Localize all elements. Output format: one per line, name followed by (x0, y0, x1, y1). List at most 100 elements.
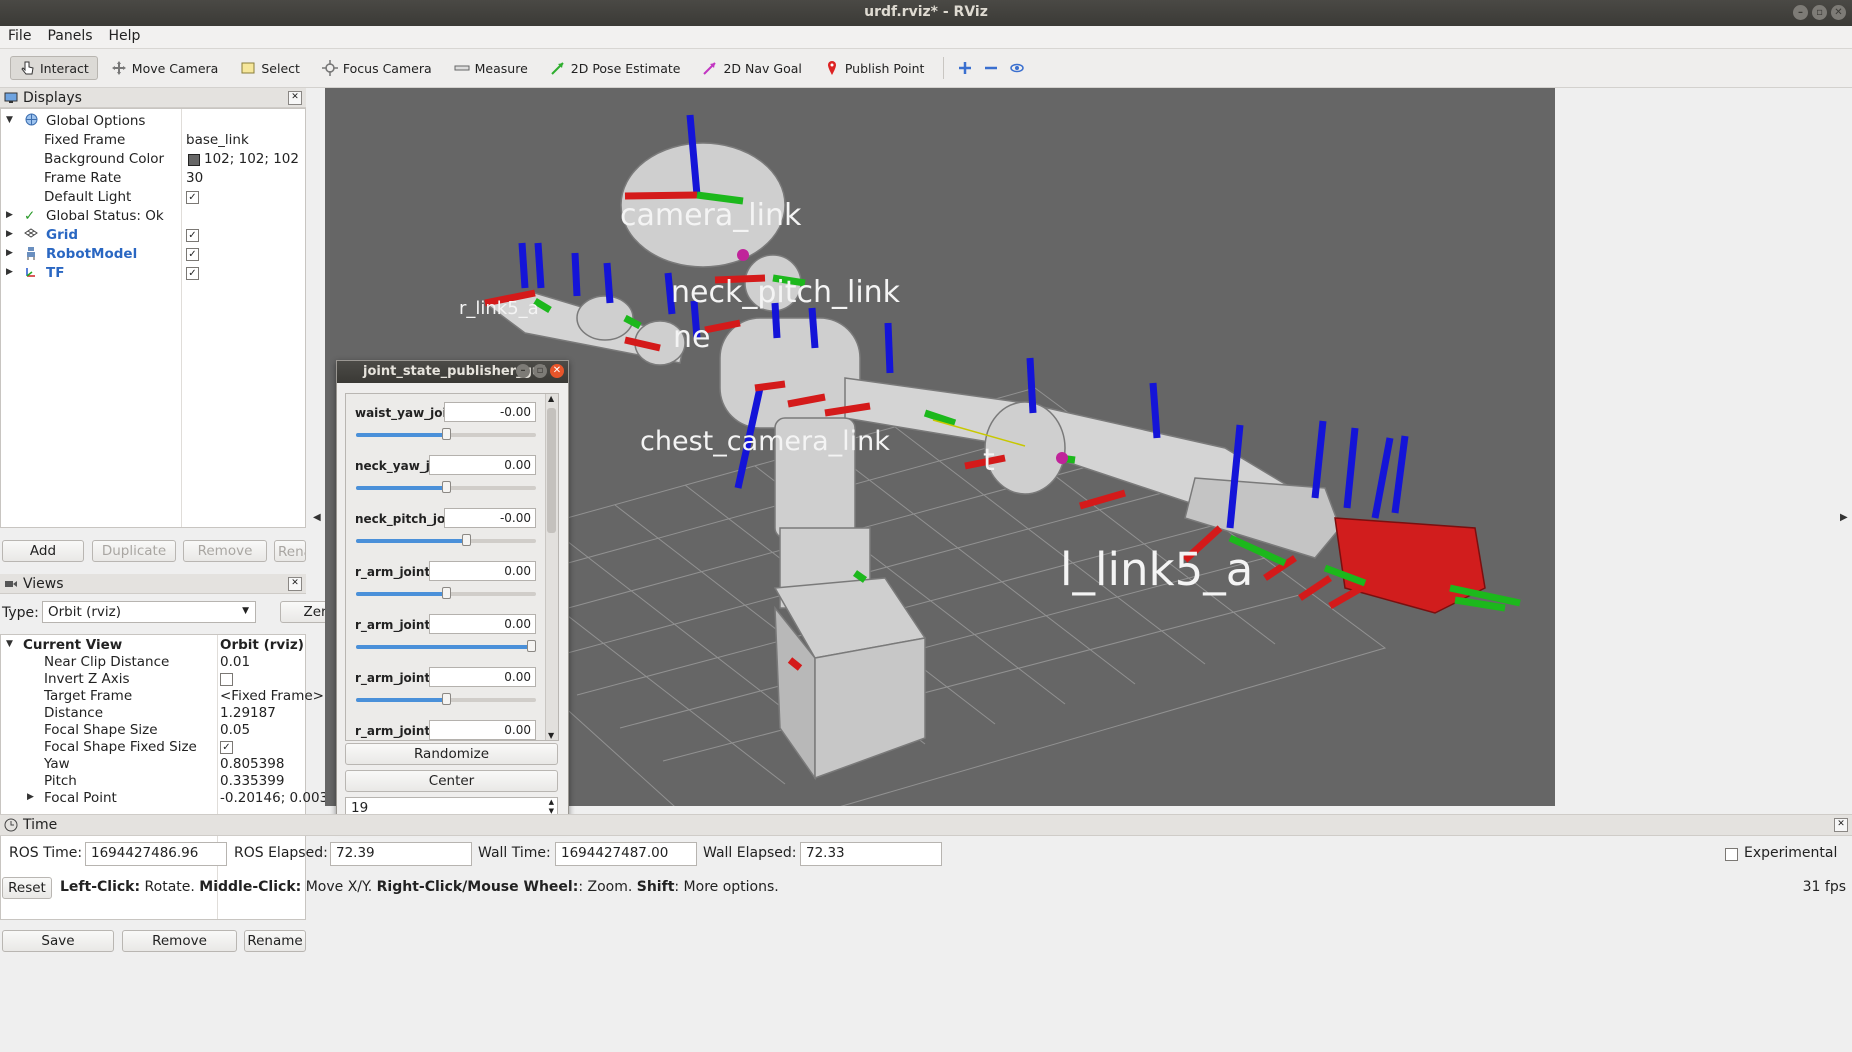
collapse-arrow-icon[interactable]: ▶ (6, 248, 13, 258)
ros-elapsed-field[interactable]: 72.39 (330, 842, 472, 866)
ros-time-field[interactable]: 1694427486.96 (85, 842, 227, 866)
save-view-button[interactable]: Save (2, 930, 114, 952)
close-button[interactable]: ✕ (1831, 5, 1846, 20)
publish-point-icon (827, 61, 836, 75)
joint-list-scrollbar[interactable]: ▲ ▼ (545, 394, 558, 740)
experimental-checkbox[interactable] (1725, 848, 1738, 861)
rename-view-button[interactable]: Rename (244, 930, 306, 952)
joint-slider-handle[interactable] (527, 640, 536, 652)
menu-help[interactable]: Help (101, 26, 149, 48)
robotmodel-checkbox[interactable]: ✓ (186, 248, 199, 261)
tool-focus-camera[interactable]: Focus Camera (313, 56, 441, 80)
target-frame-value[interactable]: <Fixed Frame> (220, 688, 324, 704)
pitch-value[interactable]: 0.335399 (220, 773, 284, 789)
remove-display-button[interactable]: Remove (183, 540, 267, 562)
grid-label: Grid (46, 227, 79, 243)
robot-icon (24, 246, 38, 264)
add-tool-button[interactable] (954, 57, 976, 79)
status-bar: Reset Left-Click: Rotate. Middle-Click: … (0, 875, 1852, 899)
background-color-value[interactable]: 102; 102; 102 (204, 151, 299, 167)
remove-view-button[interactable]: Remove (122, 930, 237, 952)
time-title: Time (23, 817, 58, 833)
joint-value-field[interactable]: 0.00 (429, 667, 536, 687)
joint-slider-handle[interactable] (441, 693, 451, 705)
randomize-button[interactable]: Randomize (345, 743, 558, 765)
tool-2d-nav-goal[interactable]: 2D Nav Goal (693, 56, 810, 80)
collapse-arrow-icon[interactable]: ▶ (6, 229, 13, 239)
jsp-maximize-button[interactable]: ▫ (533, 364, 547, 378)
joint-slider-handle[interactable] (462, 534, 472, 546)
focal-shape-fixed-checkbox[interactable]: ✓ (220, 741, 233, 754)
time-close-button[interactable]: ✕ (1834, 818, 1848, 832)
center-button[interactable]: Center (345, 770, 558, 792)
tool-properties-button[interactable] (1006, 57, 1028, 79)
tool-publish-point[interactable]: Publish Point (815, 56, 934, 80)
tf-checkbox[interactable]: ✓ (186, 267, 199, 280)
splitter-right-arrow-icon[interactable]: ▶ (1840, 512, 1848, 523)
joint-slider[interactable] (356, 534, 536, 546)
tool-select[interactable]: Select (231, 56, 309, 80)
clock-icon (4, 818, 18, 832)
reset-button[interactable]: Reset (2, 877, 52, 899)
fixed-frame-value[interactable]: base_link (186, 132, 249, 148)
focal-shape-size-value[interactable]: 0.05 (220, 722, 250, 738)
wall-elapsed-field[interactable]: 72.33 (800, 842, 942, 866)
menu-panels[interactable]: Panels (39, 26, 100, 48)
joint-value-field[interactable]: 0.00 (429, 720, 536, 740)
fixed-frame-label: Fixed Frame (44, 132, 126, 148)
default-light-checkbox[interactable]: ✓ (186, 191, 199, 204)
joint-slider-handle[interactable] (441, 481, 451, 493)
view-type-select[interactable]: Orbit (rviz) ▼ (42, 601, 256, 623)
distance-value[interactable]: 1.29187 (220, 705, 276, 721)
tool-move-camera[interactable]: Move Camera (102, 56, 228, 80)
add-display-button[interactable]: Add (2, 540, 84, 562)
scrollbar-thumb[interactable] (547, 408, 556, 533)
rename-display-button[interactable]: Rename (274, 540, 306, 562)
expand-arrow-icon[interactable]: ▼ (6, 115, 13, 125)
tool-2d-pose-estimate[interactable]: 2D Pose Estimate (541, 56, 690, 80)
remove-tool-button[interactable] (980, 57, 1002, 79)
joint-slider[interactable] (356, 587, 536, 599)
near-clip-value[interactable]: 0.01 (220, 654, 250, 670)
ros-elapsed-label: ROS Elapsed: (234, 845, 328, 861)
tf-label-ne: ne (673, 320, 711, 355)
minimize-button[interactable]: – (1793, 5, 1808, 20)
joint-slider[interactable] (356, 640, 536, 652)
joint-slider-fill (356, 433, 446, 437)
frame-rate-value[interactable]: 30 (186, 170, 203, 186)
right-click-desc: : Zoom. (578, 879, 637, 895)
color-swatch (188, 154, 200, 166)
joint-slider[interactable] (356, 428, 536, 440)
joint-slider-handle[interactable] (441, 428, 451, 440)
menu-file[interactable]: File (0, 26, 39, 48)
joint-value-field[interactable]: 0.00 (429, 614, 536, 634)
invert-z-checkbox[interactable] (220, 673, 233, 686)
joint-slider[interactable] (356, 693, 536, 705)
yaw-value[interactable]: 0.805398 (220, 756, 284, 772)
grid-checkbox[interactable]: ✓ (186, 229, 199, 242)
jsp-close-button[interactable]: ✕ (550, 364, 564, 378)
status-help: Left-Click: Rotate. Middle-Click: Move X… (60, 879, 779, 895)
scroll-down-icon[interactable]: ▼ (548, 731, 554, 740)
views-close-button[interactable]: ✕ (288, 577, 302, 591)
displays-close-button[interactable]: ✕ (288, 91, 302, 105)
tool-interact[interactable]: Interact (10, 56, 98, 80)
joint-value-field[interactable]: 0.00 (429, 455, 536, 475)
scroll-up-icon[interactable]: ▲ (548, 394, 554, 403)
jsp-minimize-button[interactable]: – (516, 364, 530, 378)
tool-focus-camera-label: Focus Camera (342, 60, 432, 76)
joint-slider-handle[interactable] (441, 587, 451, 599)
expand-arrow-icon[interactable]: ▼ (6, 639, 13, 649)
joint-value-field[interactable]: -0.00 (444, 508, 536, 528)
splitter-left-arrow-icon[interactable]: ◀ (313, 512, 321, 523)
joint-value-field[interactable]: 0.00 (429, 561, 536, 581)
collapse-arrow-icon[interactable]: ▶ (6, 210, 13, 220)
joint-slider[interactable] (356, 481, 536, 493)
maximize-button[interactable]: ▫ (1812, 5, 1827, 20)
tool-measure[interactable]: Measure (445, 56, 537, 80)
wall-time-field[interactable]: 1694427487.00 (555, 842, 697, 866)
collapse-arrow-icon[interactable]: ▶ (6, 267, 13, 277)
joint-value-field[interactable]: -0.00 (444, 402, 536, 422)
duplicate-display-button[interactable]: Duplicate (92, 540, 176, 562)
collapse-arrow-icon[interactable]: ▶ (27, 792, 34, 802)
